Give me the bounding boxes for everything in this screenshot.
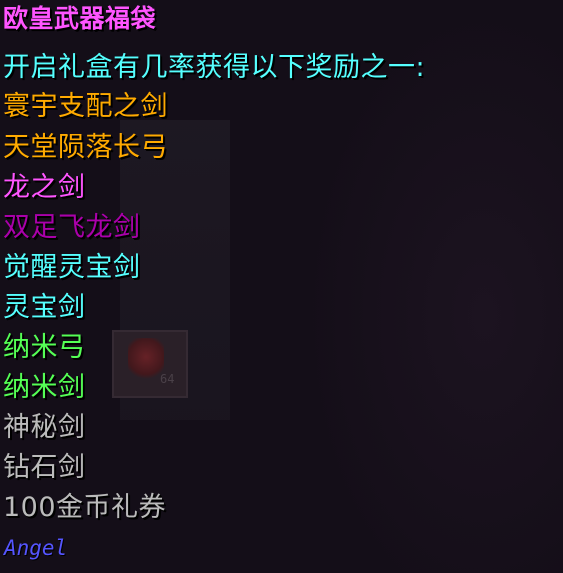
reward-item: 觉醒灵宝剑 — [3, 252, 141, 283]
reward-item: 寰宇支配之剑 — [3, 91, 168, 122]
reward-item: 双足飞龙剑 — [3, 212, 141, 243]
reward-item: 100金币礼券 — [3, 492, 167, 523]
reward-item: 天堂陨落长弓 — [3, 132, 168, 163]
reward-item: 纳米弓 — [3, 332, 86, 363]
tooltip-title: 欧皇武器福袋 — [3, 4, 157, 33]
reward-item: 神秘剑 — [3, 412, 86, 443]
signature-text: Angel — [4, 536, 68, 560]
reward-item: 纳米剑 — [3, 372, 86, 403]
reward-item: 钻石剑 — [3, 452, 86, 483]
reward-item: 灵宝剑 — [3, 292, 86, 323]
item-tooltip: 欧皇武器福袋 开启礼盒有几率获得以下奖励之一: 寰宇支配之剑 天堂陨落长弓 龙之… — [0, 0, 563, 573]
reward-item: 龙之剑 — [3, 172, 86, 203]
tooltip-intro: 开启礼盒有几率获得以下奖励之一: — [3, 52, 426, 83]
